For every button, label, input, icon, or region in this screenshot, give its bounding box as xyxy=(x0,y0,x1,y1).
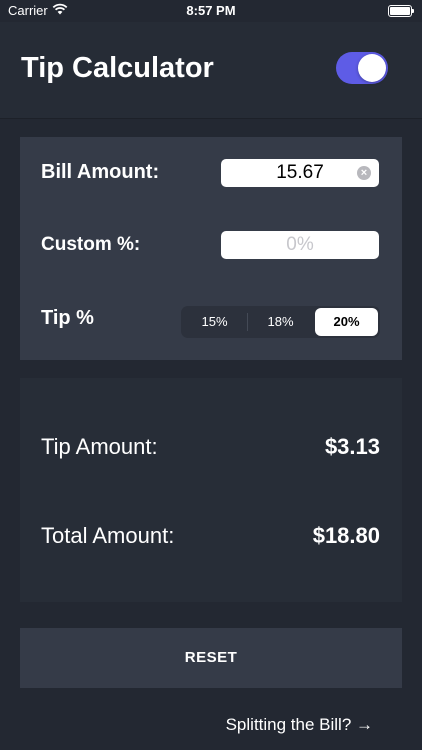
dark-mode-toggle[interactable] xyxy=(336,52,388,84)
clock-time: 8:57 PM xyxy=(186,3,236,18)
input-card: Bill Amount: 15.67 × Custom %: 0% Tip % … xyxy=(20,137,402,360)
reset-button[interactable]: RESET xyxy=(20,628,402,688)
total-amount-label: Total Amount: xyxy=(41,523,175,548)
tip-amount-value: $3.13 xyxy=(324,434,380,459)
result-card: Tip Amount: $3.13 Total Amount: $18.80 xyxy=(20,378,402,602)
bill-amount-value: 15.67 xyxy=(276,162,324,183)
toggle-knob xyxy=(358,54,386,82)
tip-option-20[interactable]: 20% xyxy=(315,308,378,336)
status-bar: Carrier 8:57 PM xyxy=(0,0,422,22)
total-amount-value: $18.80 xyxy=(312,523,380,548)
custom-percent-field[interactable]: 0% xyxy=(221,231,379,259)
tip-option-18[interactable]: 18% xyxy=(249,308,312,336)
battery-icon xyxy=(388,5,414,17)
clear-icon[interactable]: × xyxy=(357,166,371,180)
custom-percent-label: Custom %: xyxy=(41,234,141,255)
segment-divider xyxy=(247,313,248,331)
page-title: Tip Calculator xyxy=(21,52,214,84)
tip-option-15[interactable]: 15% xyxy=(183,308,246,336)
tip-percent-label: Tip % xyxy=(41,307,94,329)
split-bill-link[interactable]: Splitting the Bill? → xyxy=(226,715,373,735)
app-header: Tip Calculator xyxy=(0,22,422,119)
bill-amount-field[interactable]: 15.67 × xyxy=(221,159,379,187)
tip-amount-label: Tip Amount: xyxy=(41,434,158,459)
custom-percent-placeholder: 0% xyxy=(286,234,314,255)
tip-percent-selector: 15% 18% 20% xyxy=(181,306,380,338)
bill-amount-label: Bill Amount: xyxy=(41,161,160,183)
